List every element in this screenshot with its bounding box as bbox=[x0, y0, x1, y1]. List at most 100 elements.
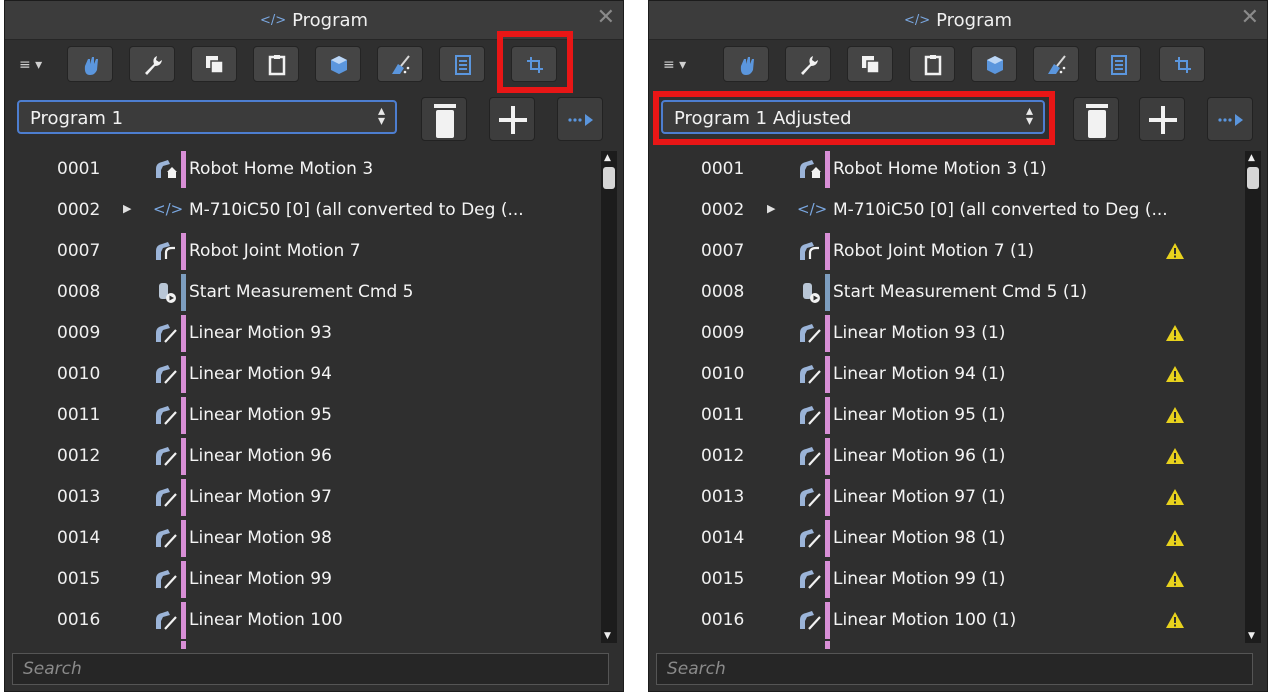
line-number: 0016 bbox=[57, 610, 101, 630]
list-item[interactable]: 0002 ▶ </> M-710iC50 [0] (all converted … bbox=[649, 190, 1237, 231]
list-item[interactable]: 0013 Linear Motion 97 bbox=[5, 477, 593, 518]
list-item[interactable]: 0009 Linear Motion 93 (1) bbox=[649, 313, 1237, 354]
menu-dropdown-icon[interactable]: ≡ ▾ bbox=[19, 57, 42, 73]
program-panel-left: </> Program ✕ ≡ ▾ Program 1 ▴ ▾ 0001 Robot… bbox=[4, 0, 624, 692]
menu-dropdown-icon[interactable]: ≡ ▾ bbox=[663, 57, 686, 73]
expand-arrow-icon[interactable]: ▶ bbox=[123, 202, 131, 215]
list-item[interactable]: 0008 Start Measurement Cmd 5 bbox=[5, 272, 593, 313]
type-bar bbox=[181, 520, 186, 557]
add-program-button[interactable] bbox=[489, 97, 535, 141]
hand-icon bbox=[84, 57, 98, 75]
search-input[interactable] bbox=[13, 654, 608, 684]
linear-motion-icon bbox=[800, 447, 821, 466]
broom-button[interactable] bbox=[1033, 46, 1079, 82]
program-tree: 0001 Robot Home Motion 3 (1) 0002 ▶ </> … bbox=[649, 149, 1267, 649]
broom-button[interactable] bbox=[377, 46, 423, 82]
close-icon[interactable]: ✕ bbox=[1241, 5, 1259, 30]
clipboard-button[interactable] bbox=[253, 46, 299, 82]
expand-arrow-icon[interactable]: ▶ bbox=[767, 202, 775, 215]
type-bar bbox=[181, 274, 186, 311]
list-item[interactable]: 0002 ▶ </> M-710iC50 [0] (all converted … bbox=[5, 190, 593, 231]
list-item[interactable]: 0014 Linear Motion 98 bbox=[5, 518, 593, 559]
warning-icon bbox=[1166, 571, 1184, 587]
scroll-up-icon[interactable]: ▲ bbox=[604, 153, 611, 163]
type-bar bbox=[181, 479, 186, 516]
line-number: 0008 bbox=[57, 282, 101, 302]
type-bar bbox=[825, 233, 830, 270]
clipboard-button[interactable] bbox=[909, 46, 955, 82]
list-item[interactable]: 0001 Robot Home Motion 3 (1) bbox=[649, 149, 1237, 190]
program-select[interactable]: Program 1 ▴ ▾ bbox=[17, 100, 397, 134]
list-button[interactable] bbox=[1095, 46, 1141, 82]
search-input[interactable] bbox=[657, 654, 1252, 684]
robot-home-icon bbox=[156, 160, 177, 178]
panel-title: Program bbox=[936, 10, 1013, 31]
linear-motion-icon bbox=[800, 529, 821, 548]
list-item[interactable]: 0001 Robot Home Motion 3 bbox=[5, 149, 593, 190]
robot-joint-icon bbox=[800, 242, 819, 260]
row-label: Linear Motion 97 bbox=[189, 487, 332, 507]
wrench-button[interactable] bbox=[785, 46, 831, 82]
hand-button[interactable] bbox=[723, 46, 769, 82]
copy-button[interactable] bbox=[191, 46, 237, 82]
list-item[interactable]: 0011 Linear Motion 95 (1) bbox=[649, 395, 1237, 436]
cube-button[interactable] bbox=[971, 46, 1017, 82]
linear-motion-icon bbox=[800, 406, 821, 425]
wrench-button[interactable] bbox=[129, 46, 175, 82]
scroll-down-icon[interactable]: ▼ bbox=[604, 631, 611, 641]
hand-button[interactable] bbox=[67, 46, 113, 82]
list-item[interactable]: 0009 Linear Motion 93 bbox=[5, 313, 593, 354]
copy-icon bbox=[862, 56, 880, 74]
crop-button[interactable] bbox=[1159, 46, 1205, 82]
program-tree: 0001 Robot Home Motion 3 0002 ▶ </> M-71… bbox=[5, 149, 623, 649]
delete-program-button[interactable] bbox=[421, 97, 467, 141]
program-select-value: Program 1 bbox=[30, 108, 124, 129]
list-item[interactable]: 0016 Linear Motion 100 bbox=[5, 600, 593, 641]
line-number: 0007 bbox=[57, 241, 101, 261]
row-label: Robot Home Motion 3 (1) bbox=[833, 159, 1047, 179]
list-item[interactable]: 0010 Linear Motion 94 (1) bbox=[649, 354, 1237, 395]
vertical-scrollbar[interactable]: ▲ ▼ bbox=[601, 151, 617, 643]
type-bar bbox=[825, 438, 830, 475]
list-icon bbox=[455, 55, 471, 75]
list-item[interactable]: 0011 Linear Motion 95 bbox=[5, 395, 593, 436]
list-item[interactable]: 0012 Linear Motion 96 (1) bbox=[649, 436, 1237, 477]
copy-icon bbox=[206, 56, 224, 74]
clipboard-icon bbox=[268, 55, 286, 76]
list-item[interactable]: 0016 Linear Motion 100 (1) bbox=[649, 600, 1237, 641]
row-label: Linear Motion 94 (1) bbox=[833, 364, 1006, 384]
run-program-button[interactable] bbox=[557, 97, 603, 141]
title-bar[interactable]: </> Program ✕ bbox=[649, 1, 1267, 40]
linear-motion-icon bbox=[156, 570, 177, 589]
list-item[interactable]: 0015 Linear Motion 99 bbox=[5, 559, 593, 600]
list-item[interactable]: 0015 Linear Motion 99 (1) bbox=[649, 559, 1237, 600]
list-item[interactable]: 0013 Linear Motion 97 (1) bbox=[649, 477, 1237, 518]
list-button[interactable] bbox=[439, 46, 485, 82]
list-item[interactable]: 0007 Robot Joint Motion 7 (1) bbox=[649, 231, 1237, 272]
linear-motion-icon bbox=[156, 529, 177, 548]
copy-button[interactable] bbox=[847, 46, 893, 82]
linear-motion-icon bbox=[156, 365, 177, 384]
scroll-up-icon[interactable]: ▲ bbox=[1248, 153, 1255, 163]
close-icon[interactable]: ✕ bbox=[597, 5, 615, 30]
delete-program-button[interactable] bbox=[1073, 97, 1119, 141]
warning-icon bbox=[1166, 448, 1184, 464]
list-item[interactable]: 0008 Start Measurement Cmd 5 (1) bbox=[649, 272, 1237, 313]
list-item[interactable]: 0012 Linear Motion 96 bbox=[5, 436, 593, 477]
add-program-button[interactable] bbox=[1139, 97, 1185, 141]
line-number: 0010 bbox=[701, 364, 745, 384]
scroll-thumb[interactable] bbox=[603, 167, 615, 189]
list-item[interactable]: 0014 Linear Motion 98 (1) bbox=[649, 518, 1237, 559]
line-number: 0015 bbox=[701, 569, 745, 589]
run-program-button[interactable] bbox=[1207, 97, 1253, 141]
vertical-scrollbar[interactable]: ▲ ▼ bbox=[1245, 151, 1261, 643]
cube-button[interactable] bbox=[315, 46, 361, 82]
scroll-thumb[interactable] bbox=[1247, 167, 1259, 189]
line-number: 0015 bbox=[57, 569, 101, 589]
list-item[interactable]: 0007 Robot Joint Motion 7 bbox=[5, 231, 593, 272]
scroll-down-icon[interactable]: ▼ bbox=[1248, 631, 1255, 641]
line-number: 0016 bbox=[701, 610, 745, 630]
list-item[interactable]: 0010 Linear Motion 94 bbox=[5, 354, 593, 395]
cube-icon bbox=[331, 56, 347, 74]
line-number: 0002 bbox=[701, 200, 745, 220]
